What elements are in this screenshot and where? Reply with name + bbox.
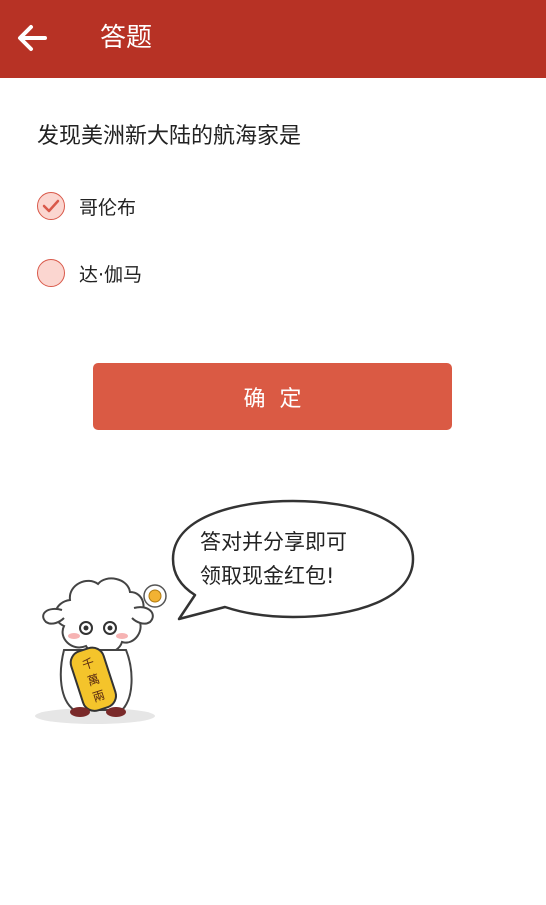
option-2[interactable]: 达·伽马 bbox=[37, 256, 142, 290]
page-title: 答题 bbox=[100, 23, 153, 53]
question-text: 发现美洲新大陆的航海家是 bbox=[37, 124, 302, 149]
option-1[interactable]: 哥伦布 bbox=[37, 189, 136, 223]
app-bar: 答题 bbox=[0, 0, 546, 78]
option-label: 哥伦布 bbox=[79, 196, 137, 219]
radio-unchecked[interactable] bbox=[37, 259, 65, 287]
option-label: 达·伽马 bbox=[79, 263, 143, 286]
bubble-line-2: 领取现金红包! bbox=[200, 564, 335, 588]
bubble-text: 答对并分享即可 领取现金红包! bbox=[200, 525, 400, 593]
confirm-button[interactable]: 确定 bbox=[93, 363, 452, 430]
speech-bubble: 答对并分享即可 领取现金红包! bbox=[165, 497, 420, 627]
back-button[interactable] bbox=[12, 18, 52, 58]
sheep-mascot-illustration: 千 萬 兩 bbox=[35, 577, 167, 724]
arrow-left-icon bbox=[18, 25, 47, 51]
bubble-line-1: 答对并分享即可 bbox=[200, 530, 347, 554]
check-icon bbox=[42, 199, 60, 213]
radio-checked[interactable] bbox=[37, 192, 65, 220]
